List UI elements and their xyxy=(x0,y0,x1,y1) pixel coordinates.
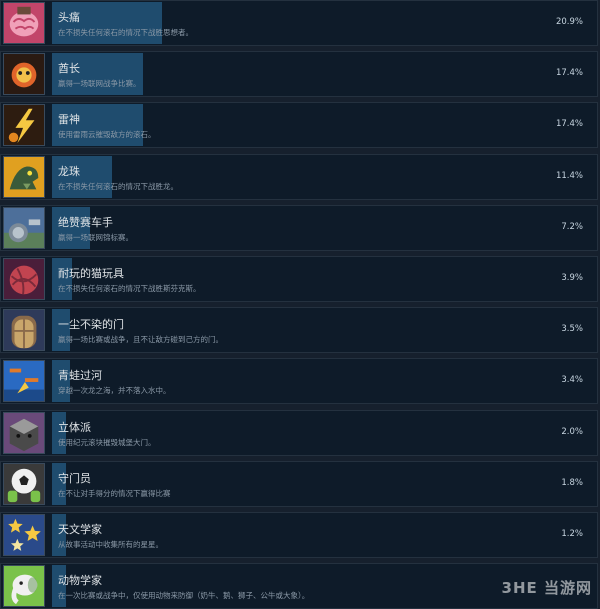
achievement-row: 一尘不染的门赢得一场比赛或战争，且不让敌方碰到己方的门。 3.5% xyxy=(0,307,598,353)
achievement-row: 头痛在不损失任何滚石的情况下战胜思想者。 20.9% xyxy=(0,0,598,46)
unlock-percent: 3.9% xyxy=(561,273,583,283)
achievement-description: 从故事活动中收集所有的星星。 xyxy=(58,539,163,550)
achievement-list: 头痛在不损失任何滚石的情况下战胜思想者。 20.9% 酋长赢得一场联网战争比赛。 17… xyxy=(0,0,600,604)
achievement-title: 天文学家 xyxy=(58,521,102,537)
achievement-description: 在不损失任何滚石的情况下战胜思想者。 xyxy=(58,27,193,38)
frog-icon xyxy=(3,360,45,402)
achievement-row: 绝赞赛车手赢得一场联网锦标赛。 7.2% xyxy=(0,205,598,251)
achievement-title: 耐玩的猫玩具 xyxy=(58,265,124,281)
unlock-percent: 1.2% xyxy=(561,529,583,539)
achievement-title: 头痛 xyxy=(58,9,80,25)
unlock-percent: 17.4% xyxy=(556,68,583,78)
achievement-row: 立体派使用纪元滚块摧毁城堡大门。 2.0% xyxy=(0,410,598,456)
achievement-description: 赢得一场联网锦标赛。 xyxy=(58,232,133,243)
achievement-description: 在不损失任何滚石的情况下战胜龙。 xyxy=(58,181,178,192)
achievement-description: 赢得一场联网战争比赛。 xyxy=(58,78,141,89)
achievement-description: 在不让对手得分的情况下赢得比赛 xyxy=(58,488,171,499)
goalkeeper-icon xyxy=(3,463,45,505)
unlock-percent: 11.4% xyxy=(556,171,583,181)
race-icon xyxy=(3,207,45,249)
achievement-title: 动物学家 xyxy=(58,572,102,588)
yarn-ball-icon xyxy=(3,258,45,300)
brain-icon xyxy=(3,2,45,44)
cube-icon xyxy=(3,412,45,454)
stars-icon xyxy=(3,514,45,556)
achievement-title: 青蛙过河 xyxy=(58,367,102,383)
achievement-description: 在不损失任何滚石的情况下战胜斯芬克斯。 xyxy=(58,283,201,294)
achievement-description: 使用纪元滚块摧毁城堡大门。 xyxy=(58,437,156,448)
achievement-row: 酋长赢得一场联网战争比赛。 17.4% xyxy=(0,51,598,97)
unlock-percent: 1.8% xyxy=(561,478,583,488)
achievement-title: 酋长 xyxy=(58,60,80,76)
achievement-description: 在一次比赛或战争中，仅使用动物来防御（奶牛、鹅、狮子、公牛或大象）。 xyxy=(58,590,309,601)
achievement-title: 绝赞赛车手 xyxy=(58,214,113,230)
achievement-row: 天文学家从故事活动中收集所有的星星。 1.2% xyxy=(0,512,598,558)
lightning-icon xyxy=(3,104,45,146)
dragon-icon xyxy=(3,156,45,198)
unlock-percent: 3.4% xyxy=(561,375,583,385)
unlock-percent: 20.9% xyxy=(556,17,583,27)
achievement-title: 龙珠 xyxy=(58,163,80,179)
achievement-title: 雷神 xyxy=(58,111,80,127)
watermark: 3HE 当游网 xyxy=(502,577,592,598)
achievement-row: 青蛙过河穿越一次龙之海，并不落入水中。 3.4% xyxy=(0,358,598,404)
achievement-row: 雷神使用雷雨云摧毁敌方的滚石。 17.4% xyxy=(0,102,598,148)
achievement-row: 守门员在不让对手得分的情况下赢得比赛 1.8% xyxy=(0,461,598,507)
achievement-description: 赢得一场比赛或战争，且不让敌方碰到己方的门。 xyxy=(58,334,223,345)
achievement-title: 守门员 xyxy=(58,470,91,486)
chief-icon xyxy=(3,53,45,95)
progress-track xyxy=(52,207,595,249)
achievement-description: 使用雷雨云摧毁敌方的滚石。 xyxy=(58,129,156,140)
achievement-description: 穿越一次龙之海，并不落入水中。 xyxy=(58,385,171,396)
unlock-percent: 7.2% xyxy=(561,222,583,232)
unlock-percent: 17.4% xyxy=(556,119,583,129)
achievement-title: 一尘不染的门 xyxy=(58,316,124,332)
elephant-icon xyxy=(3,565,45,607)
unlock-percent: 3.5% xyxy=(561,324,583,334)
door-icon xyxy=(3,309,45,351)
unlock-percent: 2.0% xyxy=(561,427,583,437)
achievement-row: 龙珠在不损失任何滚石的情况下战胜龙。 11.4% xyxy=(0,154,598,200)
achievement-row: 耐玩的猫玩具在不损失任何滚石的情况下战胜斯芬克斯。 3.9% xyxy=(0,256,598,302)
achievement-title: 立体派 xyxy=(58,419,91,435)
